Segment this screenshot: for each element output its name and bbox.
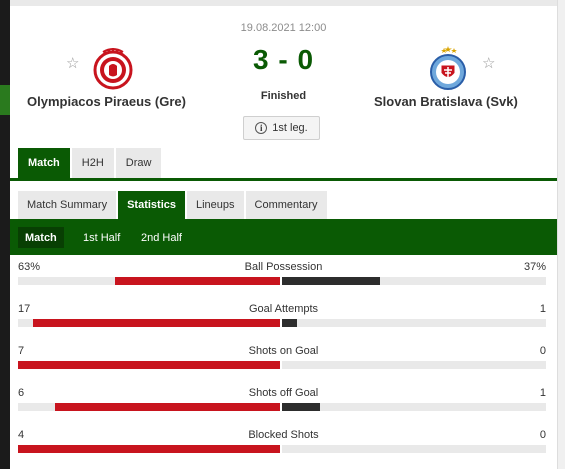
scrollbar[interactable] [557,0,565,469]
stat-row: 63% Ball Possession 37% [10,261,557,303]
stat-home-fill [18,361,280,369]
stat-away-bar [282,361,546,369]
stat-away-value: 1 [539,387,546,399]
section-tabs: Match Summary Statistics Lineups Comment… [18,191,329,219]
leg-label: 1st leg. [272,122,308,134]
stat-name: Goal Attempts [248,303,319,315]
period-tab-2nd-half[interactable]: 2nd Half [134,227,189,248]
tabs-divider [10,178,557,181]
stat-name: Shots off Goal [248,387,319,399]
stat-home-bar [18,445,280,453]
stat-away-bar [282,277,546,285]
stat-away-value: 1 [539,303,546,315]
stat-away-value: 37% [523,261,546,273]
match-score: 3 - 0 [252,44,315,75]
tab-statistics[interactable]: Statistics [118,191,185,219]
tab-lineups[interactable]: Lineups [187,191,244,219]
stat-name: Blocked Shots [248,429,319,441]
main-tabs: Match H2H Draw [18,148,163,178]
info-icon: i [255,122,268,134]
favorite-star-icon[interactable]: ☆ [482,54,495,72]
slovan-crest-icon[interactable] [424,44,472,92]
stat-away-bar [282,445,546,453]
stat-home-fill [32,319,280,327]
stat-home-fill [55,403,280,411]
stat-away-value: 0 [539,429,546,441]
period-tabs: Match 1st Half 2nd Half [10,219,557,255]
match-date: 19.08.2021 12:00 [240,22,327,34]
stat-home-bar [18,319,280,327]
match-window: 19.08.2021 12:00 ☆ Olympiacos Piraeus (G… [10,6,557,469]
stat-away-fill [282,319,297,327]
stat-home-fill [114,277,280,285]
stat-away-bar [282,403,546,411]
tab-match-summary[interactable]: Match Summary [18,191,117,219]
stat-home-bar [18,277,280,285]
tab-draw[interactable]: Draw [115,148,162,178]
stat-away-value: 0 [539,345,546,357]
period-tab-1st-half[interactable]: 1st Half [76,227,127,248]
tab-commentary[interactable]: Commentary [245,191,327,219]
stat-away-fill [282,277,380,285]
stat-home-bar [18,403,280,411]
stat-home-fill [18,445,280,453]
stat-name: Ball Possession [244,261,323,273]
stat-name: Shots on Goal [248,345,319,357]
stat-row: 7 Shots on Goal 0 [10,345,557,387]
stat-home-bar [18,361,280,369]
leg-info-badge: i 1st leg. [243,116,320,140]
background-page [0,0,10,469]
stat-row: 6 Shots off Goal 1 [10,387,557,429]
tab-h2h[interactable]: H2H [71,148,114,178]
stat-row: 17 Goal Attempts 1 [10,303,557,345]
stat-row: 4 Blocked Shots 0 [10,429,557,469]
tab-match[interactable]: Match [18,148,70,178]
away-team-name[interactable]: Slovan Bratislava (Svk) [374,94,518,109]
stat-away-bar [282,319,546,327]
period-tab-match[interactable]: Match [18,227,64,248]
stat-away-fill [282,403,320,411]
